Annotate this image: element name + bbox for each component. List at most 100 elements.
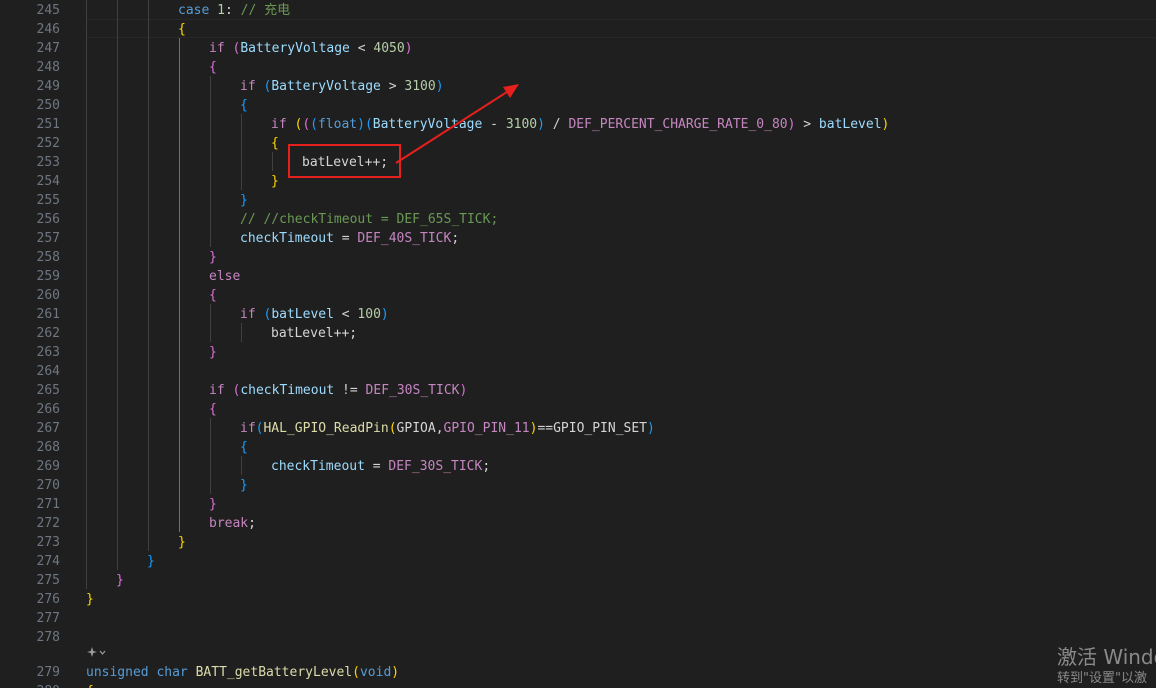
comma: , [435,421,444,436]
code-line: if(HAL_GPIO_ReadPin(GPIOA,GPIO_PIN_11)==… [240,419,655,438]
brace: } [147,554,155,569]
line-number: 261 [36,307,60,322]
line-number: 257 [36,231,60,246]
line-number: 247 [36,41,60,56]
code-line: { [240,438,248,457]
paren: ) [380,307,389,322]
brace: } [178,535,186,550]
sparkle-chevron-icon[interactable] [86,646,108,660]
brace: { [209,402,217,417]
line-number: 263 [36,345,60,360]
watermark-title: 激活 Windo [1057,645,1156,669]
code-line: { [209,400,217,419]
code-line: if (checkTimeout != DEF_30S_TICK) [209,381,467,400]
line-number: 246 [36,22,60,37]
variable: BatteryVoltage [372,117,483,132]
void-keyword: void [359,665,392,680]
operator: < [349,41,374,56]
else-keyword: else [209,269,241,284]
line-number: 252 [36,136,60,151]
line-number: 274 [36,554,60,569]
code-line: if (BatteryVoltage < 4050) [209,39,413,58]
brace: { [209,288,217,303]
code-line: } [147,552,155,571]
code-line: if (batLevel < 100) [240,305,389,324]
watermark-subtitle: 转到"设置"以激 [1057,671,1147,686]
line-number: 264 [36,364,60,379]
brace: } [209,250,217,265]
line-number: 277 [36,611,60,626]
brace: { [86,684,94,688]
line-number: 272 [36,516,60,531]
brace: { [240,440,248,455]
operator: = [364,459,389,474]
line-number: 254 [36,174,60,189]
line-number: 268 [36,440,60,455]
paren: ) [357,117,365,132]
semicolon: ; [248,516,256,531]
operator: != [334,383,366,398]
brace: } [209,497,217,512]
paren: ) [435,79,444,94]
variable: BatteryVoltage [271,79,381,94]
if-keyword: if [209,383,225,398]
paren: ( [310,117,318,132]
code-line: // //checkTimeout = DEF_65S_TICK; [240,210,498,229]
brace: } [86,592,94,607]
brace: } [116,573,124,588]
paren: ) [391,665,400,680]
codelens-icon[interactable] [86,646,108,662]
macro: DEF_PERCENT_CHARGE_RATE_0_80 [568,117,788,132]
operator: > [380,79,405,94]
code-editor[interactable]: 245 246 247 248 249 250 251 252 253 254 255 256 257 2… [0,0,1156,688]
code-line: } [209,495,217,514]
variable: checkTimeout [271,459,365,474]
break-keyword: break [209,516,249,531]
code-line: unsigned char BATT_getBatteryLevel(void) [86,663,399,682]
code-line: checkTimeout = DEF_40S_TICK; [240,229,459,248]
brace: } [271,174,279,189]
brace: } [240,478,248,493]
number-literal: 3100 [404,79,436,94]
code-line: } [240,476,248,495]
line-number: 253 [36,155,60,170]
code-line: } [178,533,186,552]
code-area[interactable]: case 1: // 充电 { if (BatteryVoltage < 405… [86,0,1156,688]
paren: ) [459,383,468,398]
function-call: HAL_GPIO_ReadPin [263,421,389,436]
line-number: 278 [36,630,60,645]
line-number: 266 [36,402,60,417]
operator: < [333,307,358,322]
code-line: else [209,267,240,286]
function-name: BATT_getBatteryLevel [195,665,353,680]
line-number-gutter: 245 246 247 248 249 250 251 252 253 254 255 256 257 2… [0,0,60,688]
number-literal: 3100 [505,117,538,132]
code-line: { [209,286,217,305]
paren: ( [364,117,373,132]
brace: } [240,193,248,208]
line-number: 249 [36,79,60,94]
colon: : [224,3,233,18]
brace: { [209,60,217,75]
code-line: checkTimeout = DEF_30S_TICK; [271,457,490,476]
code-line: } [271,172,279,191]
code-line: case 1: // 充电 [178,1,290,20]
operator: > [795,117,819,132]
line-number: 271 [36,497,60,512]
line-number: 276 [36,592,60,607]
number-literal: 4050 [373,41,405,56]
code-line: batLevel++; [271,324,357,343]
line-number: 255 [36,193,60,208]
semicolon: ; [482,459,491,474]
line-number: 270 [36,478,60,493]
statement: batLevel++; [271,326,358,341]
paren: ) [404,41,413,56]
line-number: 251 [36,117,60,132]
if-keyword: if [240,79,256,94]
line-number: 260 [36,288,60,303]
code-line: { [209,58,217,77]
line-number: 279 [36,665,60,680]
number-literal: 100 [357,307,381,322]
if-keyword: if [240,307,256,322]
line-number: 250 [36,98,60,113]
